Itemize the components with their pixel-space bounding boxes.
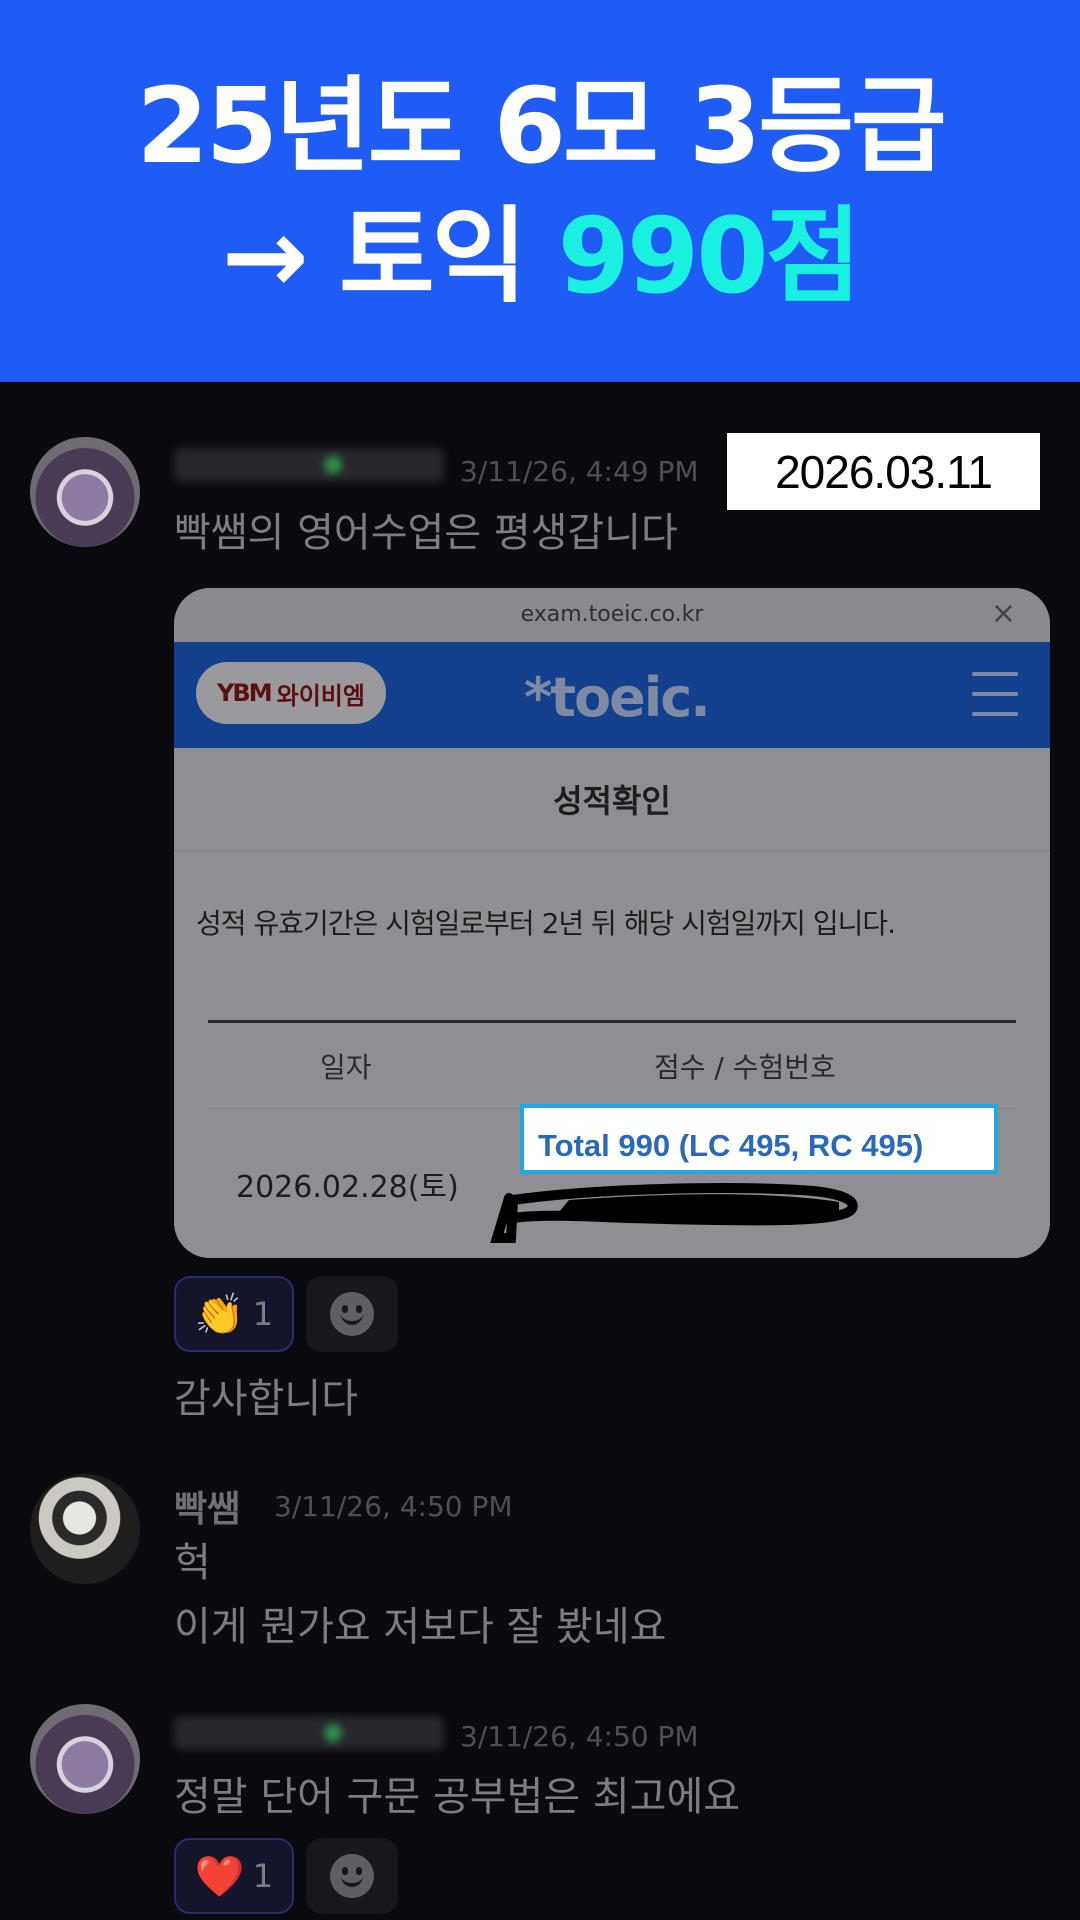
message-text: 감사합니다 [174, 1376, 358, 1422]
blurred-username [174, 1716, 444, 1750]
message-text: 헉 [174, 1540, 211, 1586]
add-reaction-button[interactable] [306, 1276, 398, 1352]
message-text: 빡쌤의 영어수업은 평생갑니다 [174, 510, 678, 556]
toeic-logo: *toeic. [524, 666, 711, 729]
divider [174, 850, 1050, 852]
ybm-label: 와이비엠 [276, 681, 365, 710]
teacher-avatar[interactable] [30, 1474, 140, 1584]
table-top-rule [208, 1020, 1016, 1023]
headline-line-2: → 토익 990점 [221, 191, 862, 321]
heart-emoji: ❤️ [194, 1853, 245, 1900]
add-reaction-button[interactable] [306, 1838, 398, 1914]
redaction-scribble [490, 1183, 858, 1243]
user-avatar[interactable] [30, 1704, 140, 1814]
toeic-navbar: YBM 와이비엠 *toeic. [174, 642, 1050, 748]
toeic-score-screenshot[interactable]: exam.toeic.co.kr × YBM 와이비엠 *toeic. 성적확인… [174, 588, 1050, 1258]
column-header-score: 점수 / 수험번호 [654, 1051, 836, 1084]
clap-reaction[interactable]: 👏 1 [174, 1276, 294, 1352]
browser-url: exam.toeic.co.kr [174, 588, 1050, 642]
headline-line-1: 25년도 6모 3등급 [136, 65, 946, 187]
headline-score: 990점 [557, 195, 862, 317]
validity-note: 성적 유효기간은 시험일로부터 2년 뒤 해당 시험일까지 입니다. [196, 907, 896, 940]
close-icon: × [990, 596, 1016, 631]
message-timestamp: 3/11/26, 4:49 PM [460, 455, 699, 488]
menu-icon [972, 672, 1018, 716]
message-timestamp: 3/11/26, 4:50 PM [460, 1720, 699, 1753]
blurred-username [174, 448, 444, 482]
heart-reaction[interactable]: ❤️ 1 [174, 1838, 294, 1914]
score-highlight: Total 990 (LC 495, RC 495) [520, 1104, 998, 1174]
score-page-title: 성적확인 [553, 782, 671, 820]
message-timestamp: 3/11/26, 4:50 PM [274, 1490, 513, 1523]
ybm-mark: YBM [217, 679, 273, 707]
headline-prefix: → 토익 [221, 195, 558, 317]
reaction-count: 1 [252, 1857, 274, 1895]
add-reaction-icon [330, 1292, 374, 1336]
column-header-date: 일자 [320, 1051, 372, 1084]
ybm-logo: YBM 와이비엠 [196, 662, 386, 724]
date-badge: 2026.03.11 [727, 433, 1040, 510]
message-text: 이게 뭔가요 저보다 잘 봤네요 [174, 1604, 667, 1650]
clap-emoji: 👏 [194, 1291, 245, 1338]
reaction-count: 1 [252, 1295, 274, 1333]
exam-date: 2026.02.28(토) [236, 1170, 459, 1205]
user-avatar[interactable] [30, 437, 140, 547]
add-reaction-icon [330, 1854, 374, 1898]
author-name[interactable]: 빡쌤 [174, 1480, 240, 1532]
headline-banner: 25년도 6모 3등급 → 토익 990점 [0, 0, 1080, 382]
message-text: 정말 단어 구문 공부법은 최고에요 [174, 1774, 741, 1820]
